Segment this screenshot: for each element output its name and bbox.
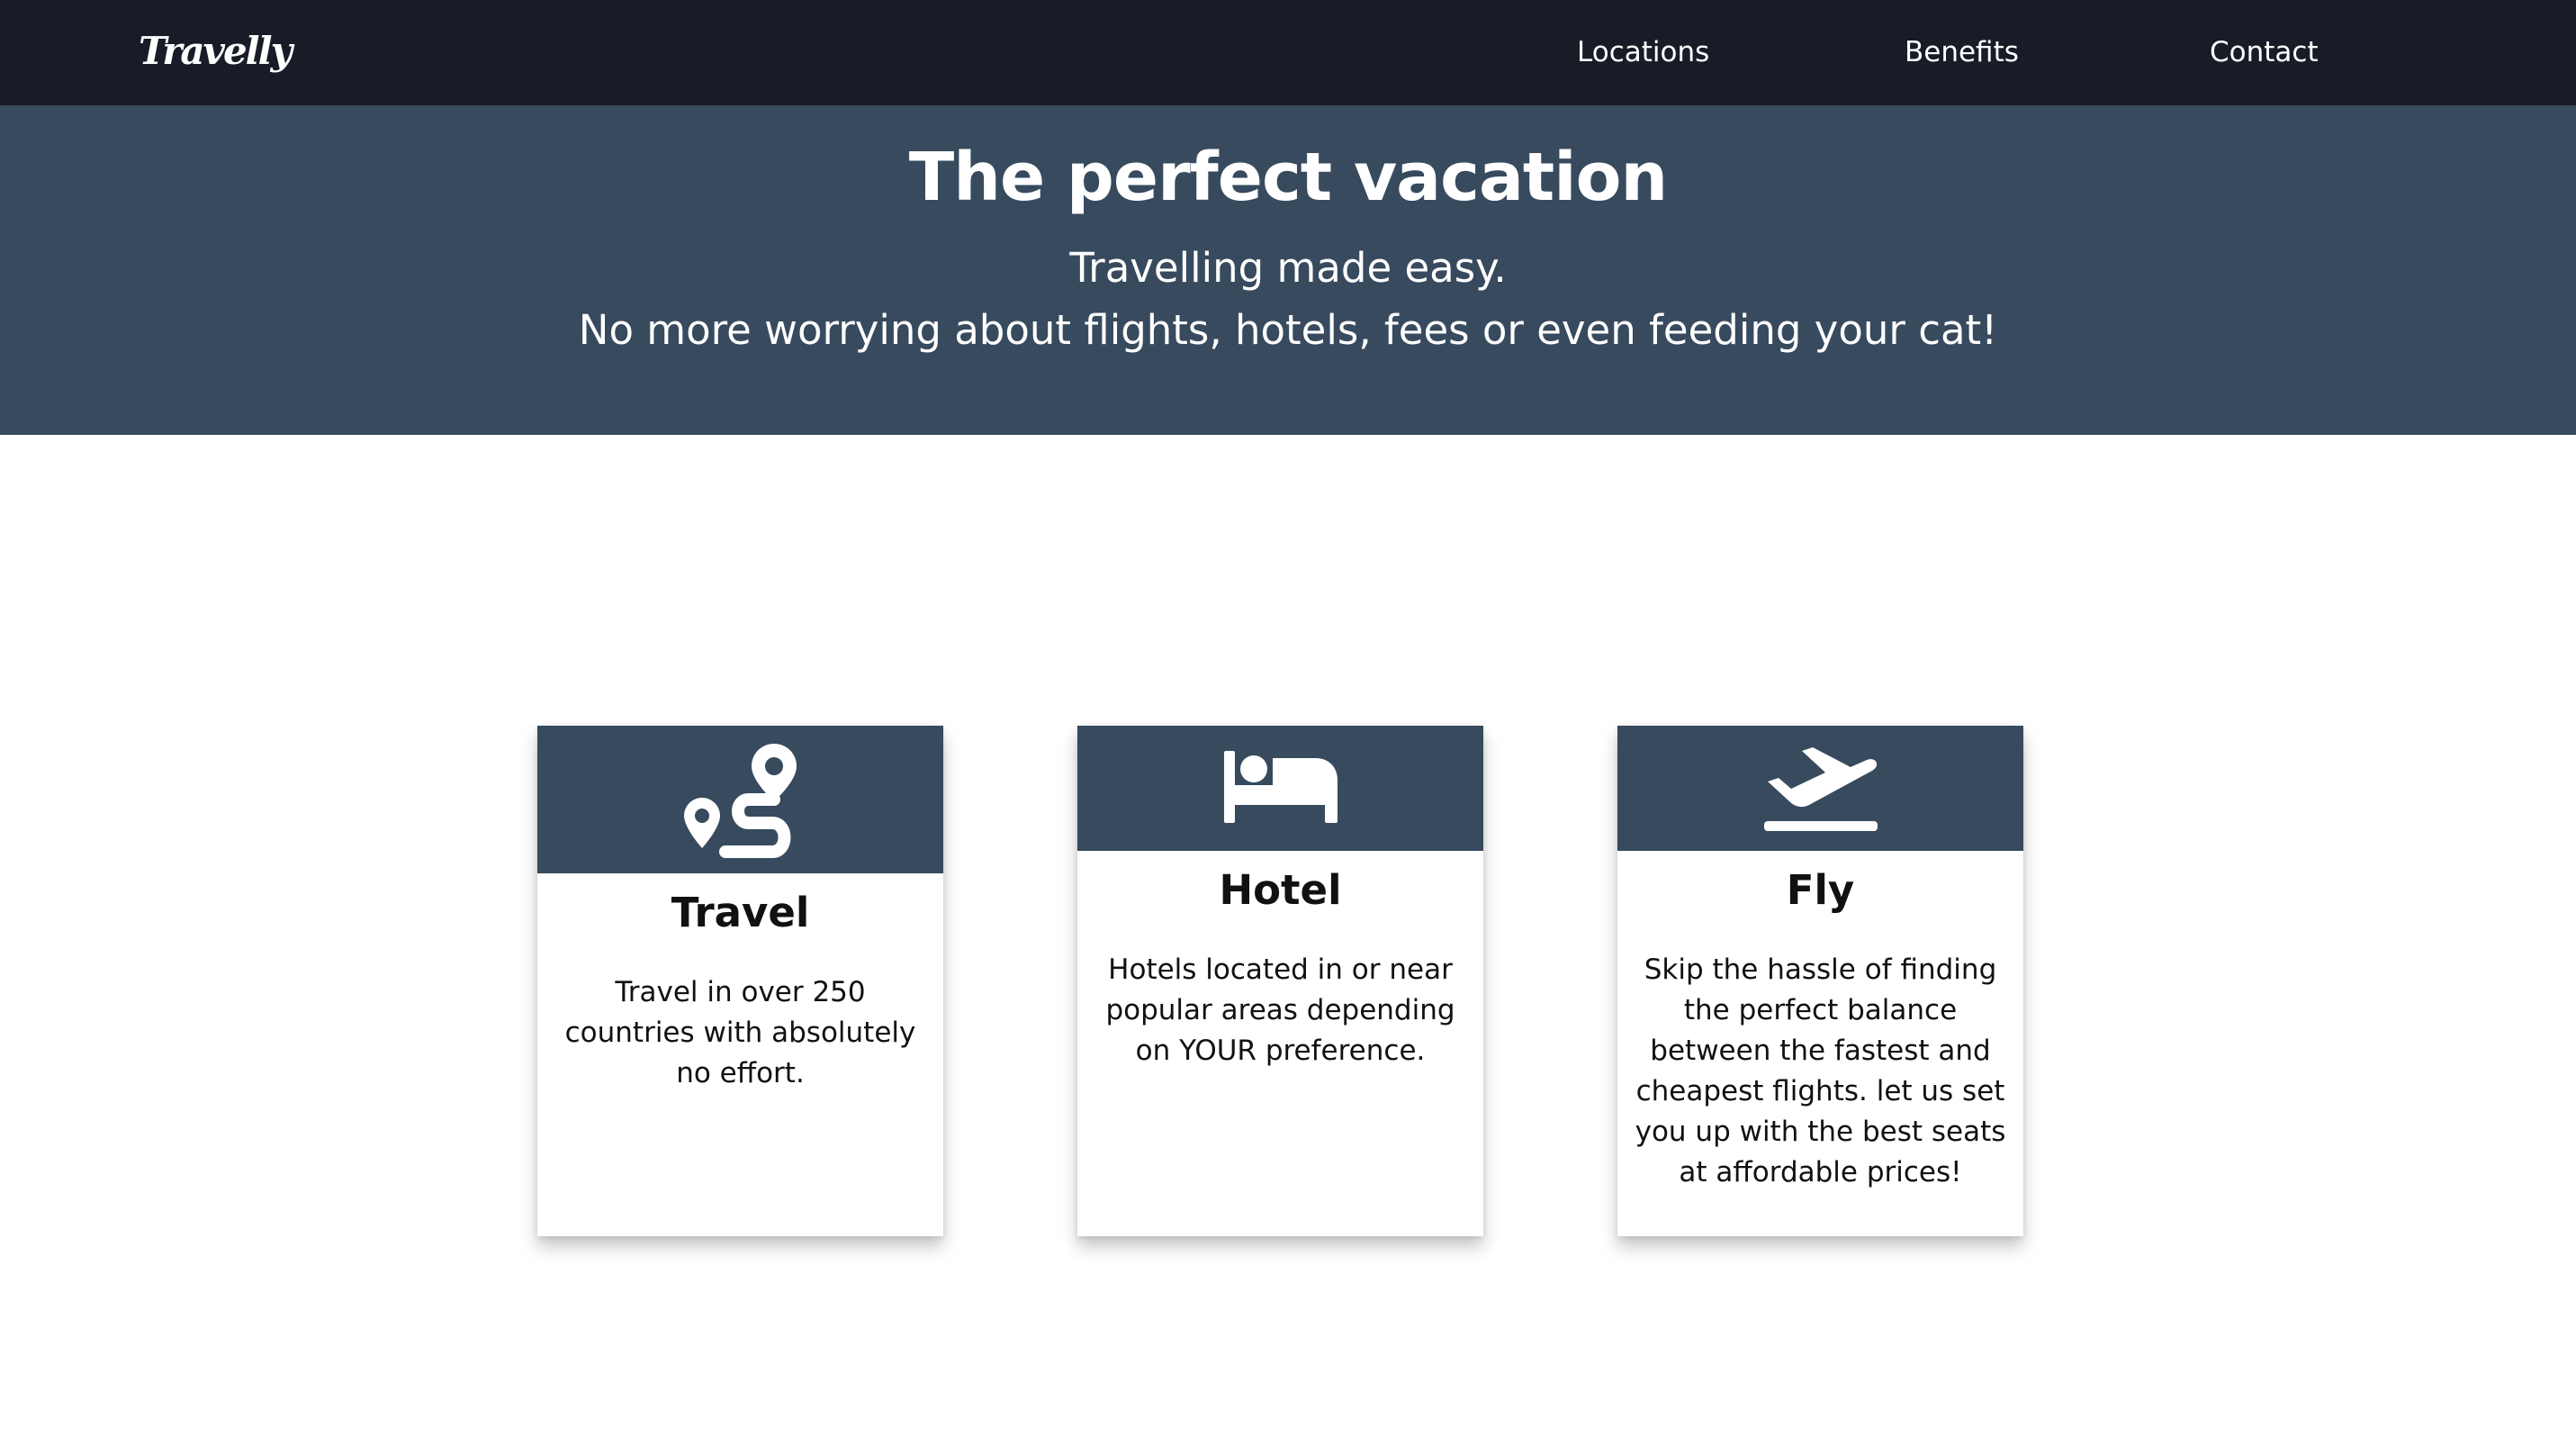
nav-link-contact[interactable]: Contact [2210, 25, 2319, 79]
nav-link-locations[interactable]: Locations [1577, 25, 1709, 79]
top-navbar: Travelly Locations Benefits Contact [0, 0, 2576, 105]
hero-title: The perfect vacation [908, 139, 1668, 216]
card-text: Travel in over 250 countries with absolu… [564, 976, 916, 1089]
feature-card-travel: Travel Travel in over 250 countries with… [537, 726, 943, 1236]
route-icon [683, 744, 797, 858]
feature-card-hotel: Hotel Hotels located in or near popular … [1077, 726, 1483, 1236]
card-title: Travel [671, 889, 810, 936]
hero-subtitle-line-1: Travelling made easy. [1069, 244, 1507, 292]
card-text: Hotels located in or near popular areas … [1105, 953, 1455, 1067]
hero-subtitle-line-2: No more worrying about flights, hotels, … [578, 306, 1998, 354]
card-title: Hotel [1219, 866, 1342, 914]
card-text: Skip the hassle of finding the perfect b… [1635, 953, 2006, 1188]
bed-icon [1223, 751, 1338, 823]
card-title: Fly [1786, 866, 1855, 914]
nav-link-benefits[interactable]: Benefits [1905, 25, 2019, 79]
brand-logo[interactable]: Travelly [139, 20, 293, 83]
card-header [1077, 726, 1483, 851]
hero-banner: The perfect vacation Travelling made eas… [0, 105, 2576, 435]
plane-departure-icon [1763, 747, 1878, 831]
card-header [537, 726, 943, 873]
card-header [1617, 726, 2023, 851]
feature-card-fly: Fly Skip the hassle of finding the perfe… [1617, 726, 2023, 1236]
